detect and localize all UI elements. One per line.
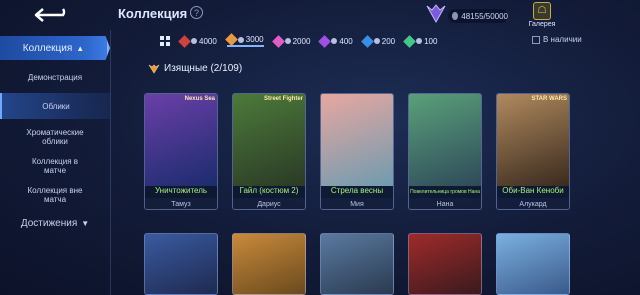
grid-view-icon[interactable] [160,36,170,46]
section-title: Изящные (2/109) [164,63,243,74]
skin-card[interactable] [144,233,218,295]
sidebar-item-achievements[interactable]: Достижения ▼ [0,215,110,231]
top-bar: Коллекция ? 48155/50000 ☖ Галерея [0,0,640,30]
filter-200[interactable]: 200 [360,34,396,48]
skin-name: Стрела весны [321,186,393,198]
skin-card[interactable] [320,233,394,295]
filter-value: 4000 [199,36,217,46]
filter-400[interactable]: 400 [318,34,353,48]
skin-series-tag: Street Fighter [263,96,303,102]
filter-2000[interactable]: 2000 [271,34,311,48]
owned-label: В наличии [543,35,582,44]
gem-red-icon [178,34,191,48]
hero-name: Дариус [233,198,305,209]
skin-card[interactable]: Стрела весны Мия [320,93,394,210]
hero-name: Нана [409,198,481,209]
sidebar-item-label: Облики [42,101,70,111]
sidebar: Коллекция ▲ Демонстрация Облики Хроматич… [0,30,110,295]
sidebar-item-demo[interactable]: Демонстрация [0,68,110,86]
sidebar-header-label: Коллекция [22,42,73,54]
owned-toggle[interactable]: В наличии [532,35,582,44]
gem-orange-icon [224,33,238,46]
filter-value: 2000 [292,36,311,46]
gallery-label: Галерея [528,21,556,28]
filter-value: 200 [381,36,396,46]
coin-icon [416,38,423,44]
filter-3000[interactable]: 3000 [224,33,264,47]
hero-name: Мия [321,198,393,209]
skin-name: Оби-Ван Кеноби [497,186,569,198]
filter-100[interactable]: 100 [403,34,438,48]
skin-series-tag: STAR WARS [531,96,567,102]
gem-blue-icon [360,34,374,48]
skin-card[interactable]: Повелительница громов Нана Нана [408,93,482,210]
skin-card[interactable]: STAR WARS Оби-Ван Кеноби Алукард [496,93,570,210]
gallery-button[interactable]: ☖ Галерея [524,2,560,30]
filter-4000[interactable]: 4000 [178,34,217,48]
page-title: Коллекция [118,6,188,21]
sidebar-item-label: Хроматические облики [26,128,84,146]
sidebar-item-skins[interactable]: Облики [0,93,110,119]
hero-name: Алукард [497,198,569,209]
filter-value: 400 [339,36,353,46]
hero-name: Тамуз [145,198,217,209]
skin-card[interactable]: Nexus Sea Уничтожитель Тамуз [144,93,218,210]
skin-art [497,94,569,186]
skin-card[interactable]: Street Fighter Гайл (костюм 2) Дариус [232,93,306,210]
help-icon[interactable]: ? [190,6,203,19]
sidebar-item-label: Достижения [20,217,78,229]
gem-green-icon [403,34,416,48]
filter-value: 3000 [245,35,264,44]
rarity-filter-bar: 4000 3000 2000 400 200 100 [160,33,438,48]
skin-art [233,94,305,186]
skin-art [321,94,393,186]
sidebar-item-label: Демонстрация [27,72,83,82]
sidebar-item-label: Коллекция в матче [31,157,79,175]
collection-points: 48155/50000 [448,9,508,23]
sidebar-divider [110,30,111,295]
gem-purple-icon [318,34,332,48]
gem-pink-icon [271,34,285,48]
filter-value: 100 [424,36,438,46]
coin-icon [284,38,291,44]
gallery-icon: ☖ [533,2,551,20]
tier-emblem-icon [148,64,160,74]
sidebar-item-label: Коллекция вне матча [27,186,83,204]
chevron-down-icon: ▼ [81,218,90,228]
sidebar-header-collection[interactable]: Коллекция ▲ [0,36,110,60]
skin-card[interactable] [496,233,570,295]
back-arrow-icon [34,8,66,22]
sidebar-item-chroma-skins[interactable]: Хроматические облики [0,125,110,149]
skin-name: Уничтожитель [145,186,217,198]
coin-icon [373,38,380,44]
collector-emblem-icon[interactable] [424,2,448,26]
sidebar-item-in-match[interactable]: Коллекция в матче [0,154,110,178]
skin-card[interactable] [232,233,306,295]
skin-art [409,94,481,186]
sidebar-item-out-match[interactable]: Коллекция вне матча [0,183,110,207]
points-coin-icon [452,12,459,20]
coin-icon [331,38,338,44]
coin-icon [191,38,197,44]
back-button[interactable] [10,4,96,26]
owned-checkbox[interactable] [532,35,540,44]
coin-icon [237,36,244,43]
skin-series-tag: Nexus Sea [184,96,215,102]
points-value: 48155/50000 [461,11,508,21]
skin-name: Повелительница громов Нана [409,186,481,198]
skin-card[interactable] [408,233,482,295]
chevron-up-icon: ▲ [76,43,85,53]
section-heading: Изящные (2/109) [148,63,242,74]
skin-art [145,94,217,186]
skin-name: Гайл (костюм 2) [233,186,305,198]
